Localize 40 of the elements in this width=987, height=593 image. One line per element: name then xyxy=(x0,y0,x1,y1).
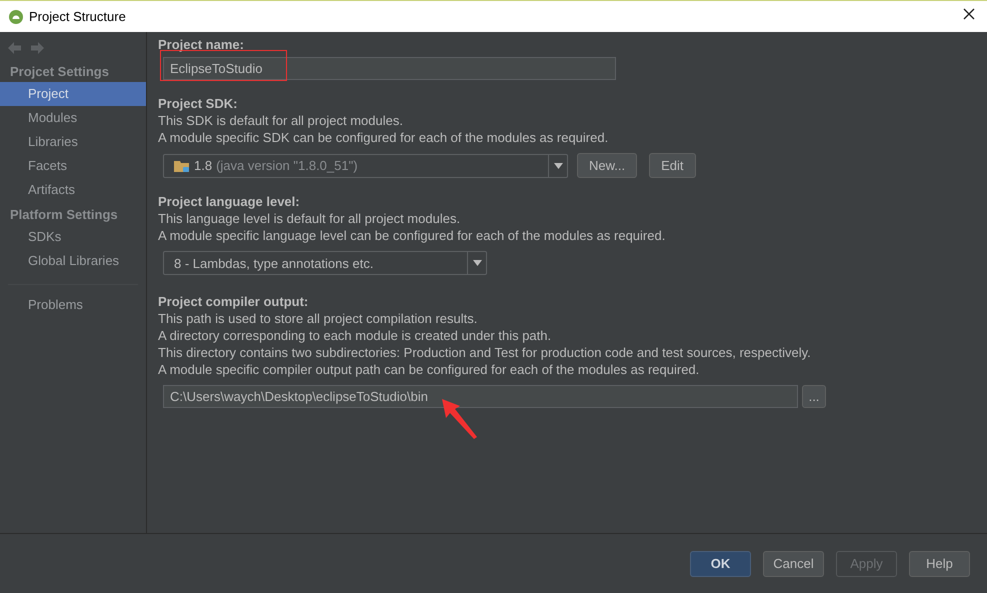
sdk-dropdown[interactable]: 1.8 (java version "1.8.0_51") xyxy=(163,154,568,178)
new-button[interactable]: New... xyxy=(577,153,638,178)
dropdown-arrow-icon xyxy=(472,260,482,266)
language-level-dropdown[interactable]: 8 - Lambdas, type annotations etc. xyxy=(163,251,487,275)
description-text: A module specific language level can be configured for each of the modules as required. xyxy=(158,227,666,244)
section-title: Project SDK: xyxy=(158,95,238,112)
description-text: This SDK is default for all project modules. xyxy=(158,112,404,129)
android-logo-icon xyxy=(9,10,23,24)
sidebar-section-title: Platform Settings xyxy=(9,206,119,224)
sidebar-item[interactable]: Global Libraries xyxy=(0,249,146,273)
section-title: Project compiler output: xyxy=(158,293,308,310)
sidebar-item[interactable]: Artifacts xyxy=(0,178,146,202)
dropdown-arrow-icon xyxy=(554,162,562,168)
description-text: A module specific SDK can be configured for each of the modules as required. xyxy=(158,129,610,146)
back-arrow-icon[interactable] xyxy=(8,42,21,54)
forward-arrow-icon[interactable] xyxy=(31,42,44,54)
sidebar-item[interactable]: Facets xyxy=(0,154,146,178)
sidebar-section-title: Projcet Settings xyxy=(9,63,110,81)
sidebar-item[interactable]: SDKs xyxy=(0,225,146,249)
description-text: This directory contains two subdirectories: Production and Test for production code and test sources, respectively. xyxy=(158,344,812,361)
sidebar-item[interactable]: Libraries xyxy=(0,130,146,154)
description-text: A module specific compiler output path can be configured for each of the modules as required. xyxy=(158,361,700,378)
output-path-field[interactable]: C:\Users\waych\Desktop\eclipseToStudio\bin xyxy=(163,385,798,408)
description-text: This path is used to store all project compilation results. xyxy=(158,310,478,327)
field-label: Project name: xyxy=(158,36,244,53)
window-title: Project Structure xyxy=(29,9,126,24)
project-name-field[interactable]: EclipseToStudio xyxy=(163,57,616,80)
dialog-button[interactable]: Cancel xyxy=(763,550,824,576)
folder-icon xyxy=(174,158,190,172)
dialog-button[interactable]: Help xyxy=(909,550,970,576)
description-text: A directory corresponding to each module is created under this path. xyxy=(158,327,552,344)
description-text: This language level is default for all project modules. xyxy=(158,210,462,227)
edit-button[interactable]: Edit xyxy=(649,153,696,178)
browse-button[interactable]: ... xyxy=(802,385,826,408)
close-icon[interactable] xyxy=(963,8,975,20)
sidebar-item[interactable]: Modules xyxy=(0,106,146,130)
section-title: Project language level: xyxy=(158,193,300,210)
sidebar-item[interactable]: Problems xyxy=(0,293,146,317)
ok-button[interactable]: OK xyxy=(690,550,751,576)
sidebar-item[interactable]: Project xyxy=(0,82,146,106)
